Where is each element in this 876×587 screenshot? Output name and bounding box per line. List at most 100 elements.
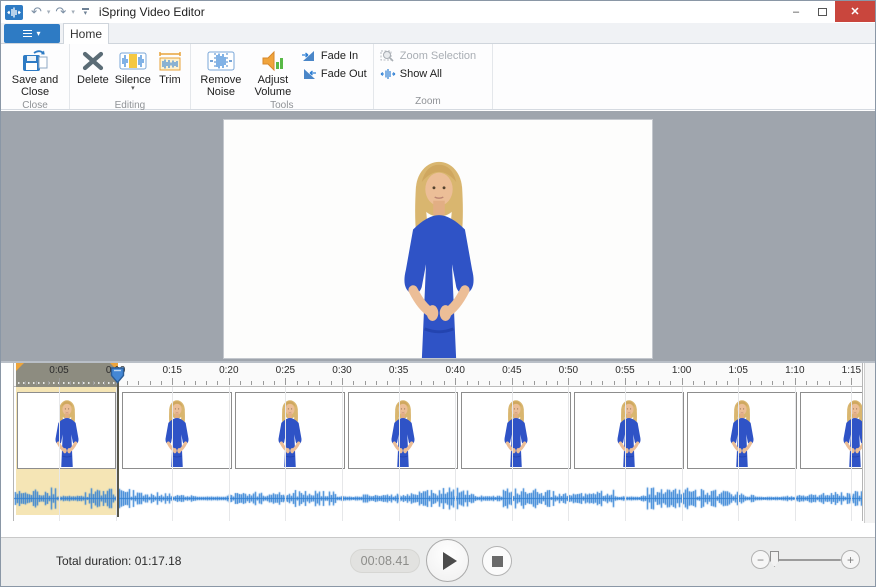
gridline xyxy=(738,387,739,521)
minimize-button[interactable]: – xyxy=(783,1,809,22)
silence-button[interactable]: Silence ▾ xyxy=(112,45,154,99)
video-thumbnail[interactable] xyxy=(687,392,797,469)
trim-button[interactable]: Trim xyxy=(154,45,186,99)
timeline: 0:050:100:150:200:250:300:350:400:450:50… xyxy=(1,361,876,537)
ruler-tick xyxy=(127,381,128,385)
ruler-tick xyxy=(682,378,683,385)
video-thumbnail[interactable] xyxy=(574,392,684,469)
ruler-tick xyxy=(851,378,852,385)
ruler-tick xyxy=(365,381,366,385)
ruler-tick xyxy=(625,378,626,385)
zoom-slider-thumb[interactable] xyxy=(770,551,779,567)
ruler-tick xyxy=(161,381,162,385)
show-all-label: Show All xyxy=(400,68,442,80)
save-and-close-button[interactable]: Save and Close xyxy=(5,45,65,99)
playhead-line[interactable] xyxy=(117,367,119,517)
ruler-tick xyxy=(489,381,490,385)
gridline xyxy=(795,387,796,521)
ruler-tick xyxy=(25,381,26,385)
app-icon xyxy=(5,5,23,20)
video-thumbnail[interactable] xyxy=(348,392,458,469)
ruler-tick xyxy=(817,381,818,385)
ruler-tick xyxy=(580,381,581,385)
video-thumbnail[interactable] xyxy=(235,392,345,469)
video-thumbnail[interactable] xyxy=(461,392,571,469)
ruler-label: 1:00 xyxy=(672,365,691,376)
gridline xyxy=(568,387,569,521)
video-frame xyxy=(223,119,653,359)
ruler-label: 0:05 xyxy=(49,365,68,376)
maximize-icon xyxy=(818,8,827,16)
close-button[interactable]: ✕ xyxy=(835,1,875,22)
ruler-tick xyxy=(636,381,637,385)
adjust-volume-label: Adjust Volume xyxy=(250,74,296,98)
fade-in-button[interactable]: Fade In xyxy=(301,49,367,63)
ruler-tick xyxy=(285,378,286,385)
ruler-tick xyxy=(670,381,671,385)
fade-in-icon xyxy=(301,49,317,63)
delete-icon xyxy=(81,47,105,74)
tab-home[interactable]: Home xyxy=(63,23,109,44)
ruler-tick xyxy=(399,378,400,385)
ruler-tick xyxy=(82,381,83,385)
ruler-tick xyxy=(217,381,218,385)
ruler-tick xyxy=(150,381,151,385)
ruler-tick xyxy=(70,381,71,385)
ruler-tick xyxy=(568,378,569,385)
zoom-selection-label: Zoom Selection xyxy=(400,50,476,62)
video-thumbnail[interactable] xyxy=(17,392,116,469)
ruler-tick xyxy=(48,381,49,385)
customize-toolbar-button[interactable]: ▾ xyxy=(82,8,89,16)
play-button[interactable] xyxy=(426,539,469,582)
app-menu-button[interactable]: ▾ xyxy=(4,24,60,43)
adjust-volume-button[interactable]: Adjust Volume xyxy=(247,45,299,99)
group-label-zoom: Zoom xyxy=(378,95,478,109)
video-thumbnail[interactable] xyxy=(122,392,232,469)
zoom-in-button[interactable]: + xyxy=(841,550,860,569)
gridline xyxy=(851,387,852,521)
delete-label: Delete xyxy=(77,74,109,86)
ruler-tick xyxy=(195,381,196,385)
ruler-tick xyxy=(500,381,501,385)
ruler-label: 0:45 xyxy=(502,365,521,376)
remove-noise-button[interactable]: Remove Noise xyxy=(195,45,247,99)
gridline xyxy=(682,387,683,521)
maximize-button[interactable] xyxy=(809,1,835,22)
fade-out-button[interactable]: Fade Out xyxy=(301,67,367,81)
ruler-tick xyxy=(546,381,547,385)
audio-waveform[interactable] xyxy=(14,475,863,521)
ruler-tick xyxy=(534,381,535,385)
ribbon-group-tools: Remove Noise Adjust Volume xyxy=(191,44,374,109)
timeline-viewport[interactable]: 0:050:100:150:200:250:300:350:400:450:50… xyxy=(13,363,863,521)
gridline xyxy=(172,387,173,521)
fade-in-label: Fade In xyxy=(321,50,358,62)
undo-dropdown-icon[interactable]: ▾ xyxy=(46,8,52,16)
ruler-tick xyxy=(840,381,841,385)
quick-access-toolbar: ↶ ▾ ↷ ▾ ▾ xyxy=(29,5,89,19)
ruler-tick xyxy=(319,381,320,385)
zoom-out-button[interactable]: − xyxy=(751,550,770,569)
play-icon xyxy=(443,552,457,570)
redo-dropdown-icon[interactable]: ▾ xyxy=(70,8,76,16)
playhead-marker[interactable] xyxy=(110,367,125,384)
stop-button[interactable] xyxy=(482,546,512,576)
ruler-tick xyxy=(829,381,830,385)
ruler-tick xyxy=(761,381,762,385)
zoom-slider-track[interactable] xyxy=(771,559,841,561)
ruler-tick xyxy=(274,381,275,385)
gridline xyxy=(285,387,286,521)
delete-button[interactable]: Delete xyxy=(74,45,112,99)
ruler-tick xyxy=(229,378,230,385)
video-thumbnail[interactable] xyxy=(800,392,863,469)
time-ruler[interactable]: 0:050:100:150:200:250:300:350:400:450:50… xyxy=(14,363,863,387)
ruler-tick xyxy=(342,378,343,385)
ribbon-group-zoom: Zoom Selection Show All Zoom xyxy=(374,44,493,109)
timeline-tracks[interactable] xyxy=(14,387,863,521)
redo-button[interactable]: ↷ xyxy=(53,5,68,19)
ruler-tick xyxy=(376,381,377,385)
undo-button[interactable]: ↶ xyxy=(29,5,44,19)
silence-dropdown-icon: ▾ xyxy=(131,86,135,92)
ruler-label: 0:30 xyxy=(332,365,351,376)
show-all-button[interactable]: Show All xyxy=(380,67,476,81)
ruler-tick xyxy=(172,378,173,385)
